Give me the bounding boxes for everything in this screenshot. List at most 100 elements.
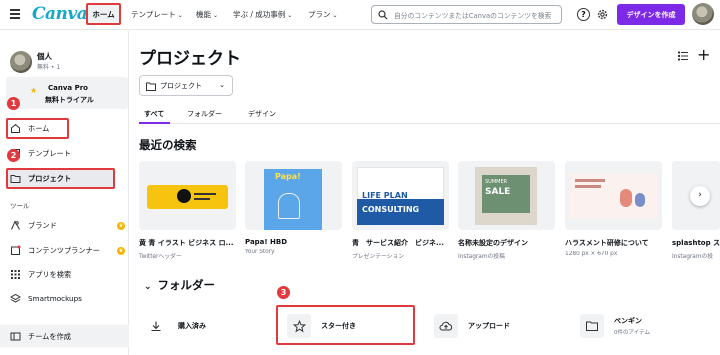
user-plan: 無料 • 1: [37, 64, 61, 71]
sidebar-item-label: テンプレート: [28, 148, 71, 158]
design-card[interactable]: ハラスメント研修について 1280 px × 670 px: [565, 161, 662, 257]
design-card[interactable]: 黄 青 イラスト ビジネス ロ... Twitterヘッダー: [139, 161, 236, 260]
crown-icon: ★: [30, 86, 38, 95]
chevron-down-icon: ⌄: [219, 81, 225, 89]
folder-icon: [146, 82, 156, 91]
nav-learn-label: 学ぶ / 成功事例: [233, 10, 286, 19]
sidebar-item-brand[interactable]: ブランド: [10, 220, 57, 231]
design-card[interactable]: Papa! Papa! HBD Your Story: [245, 161, 342, 257]
design-thumbnail: SUMMER SALE: [458, 161, 555, 230]
sidebar-item-home[interactable]: ホーム: [10, 123, 49, 134]
thumbnail-text: SUMMER: [485, 179, 508, 185]
tabs-divider: [139, 123, 720, 124]
design-title: 名称未設定のデザイン: [458, 239, 528, 247]
sidebar-item-label: プロジェクト: [28, 173, 72, 183]
thumbnail-text: SALE: [485, 187, 511, 197]
design-thumbnail: [565, 161, 662, 230]
nav-plan[interactable]: プラン ⌄: [308, 9, 338, 20]
folder-card[interactable]: ペンギン 0件のアイテム: [580, 307, 650, 345]
crown-icon: ♛: [117, 247, 125, 255]
create-team-button[interactable]: チームを作成: [10, 331, 71, 342]
home-icon: [11, 123, 20, 133]
sidebar-item-label: ホーム: [28, 123, 50, 133]
sidebar-item-project[interactable]: プロジェクト: [10, 173, 71, 184]
design-thumbnail: [139, 161, 236, 230]
thumbnail-text: LIFE PLAN: [362, 191, 408, 200]
nav-template[interactable]: テンプレート ⌄: [131, 9, 183, 20]
folder-label: 購入済み: [178, 322, 206, 330]
step-badge-1: 1: [7, 97, 20, 110]
folders-section-label: フォルダー: [157, 278, 216, 292]
sidebar-item-label: ブランド: [28, 220, 57, 230]
nav-plan-label: プラン: [308, 10, 331, 19]
canva-logo[interactable]: Canva: [32, 4, 88, 24]
folder-label: ペンギン: [614, 317, 642, 325]
folder-label: アップロード: [468, 322, 510, 330]
sidebar-item-label: アプリを検索: [28, 269, 72, 279]
pro-trial-sub: 無料トライアル: [45, 96, 94, 104]
search-input[interactable]: 自分のコンテンツまたはCanvaのコンテンツを検索: [371, 5, 562, 24]
grid-icon: [11, 270, 20, 279]
project-filter-dropdown[interactable]: プロジェクト ⌄: [139, 75, 233, 96]
stack-icon: [10, 293, 21, 303]
thumbnail-text: CONSULTING: [362, 205, 420, 214]
folders-section-title[interactable]: ⌄ フォルダー: [144, 277, 215, 293]
sidebar-item-smartmockups[interactable]: Smartmockups: [10, 293, 82, 304]
help-icon[interactable]: ?: [577, 8, 590, 21]
nav-features[interactable]: 機能 ⌄: [196, 9, 218, 20]
create-design-button[interactable]: デザインを作成: [617, 4, 685, 25]
active-tab-indicator: [139, 122, 170, 124]
design-type: 1280 px × 670 px: [565, 251, 618, 257]
list-view-icon[interactable]: [678, 51, 688, 61]
recent-section-title: 最近の検索: [139, 138, 197, 152]
design-type: Your Story: [245, 249, 275, 255]
user-name[interactable]: 個人: [37, 51, 52, 62]
nav-home-button[interactable]: ホーム: [86, 3, 121, 25]
tab-designs[interactable]: デザイン: [248, 109, 276, 119]
chevron-down-icon: ⌄: [144, 282, 152, 292]
gear-icon[interactable]: [596, 8, 609, 21]
design-card[interactable]: splashtop ス Instagramの投: [672, 161, 720, 260]
main-content: プロジェクト + プロジェクト ⌄ すべて フォルダー デザイン 最近の検索 黄…: [130, 31, 720, 355]
design-card[interactable]: LIFE PLAN CONSULTING 青 サービス紹介 ビジネ... プレゼ…: [352, 161, 449, 260]
calendar-icon: [11, 245, 21, 255]
design-thumbnail: Papa!: [245, 161, 342, 230]
avatar[interactable]: [692, 3, 714, 25]
design-type: プレゼンテーション: [352, 254, 405, 260]
folder-icon: [580, 314, 604, 338]
folder-icon: [10, 175, 21, 183]
tab-folders[interactable]: フォルダー: [187, 109, 222, 119]
chevron-right-icon[interactable]: ›: [690, 186, 710, 206]
nav-learn[interactable]: 学ぶ / 成功事例 ⌄: [233, 9, 292, 20]
folder-card[interactable]: スター付き: [287, 307, 356, 345]
sidebar-item-label: コンテンツプランナー: [28, 245, 100, 255]
nav-features-label: 機能: [196, 10, 211, 19]
design-title: ハラスメント研修について: [565, 239, 649, 247]
plus-icon[interactable]: +: [697, 45, 710, 64]
chevron-down-icon: ⌄: [332, 12, 338, 19]
design-type: Instagramの投稿: [458, 254, 505, 260]
menu-icon[interactable]: [10, 9, 20, 19]
sidebar-item-content-planner[interactable]: コンテンツプランナー: [10, 245, 100, 256]
thumbnail-text: Papa!: [275, 172, 301, 181]
step-badge-3: 3: [277, 286, 290, 299]
brand-icon: [11, 220, 20, 230]
sidebar-item-apps[interactable]: アプリを検索: [10, 269, 71, 280]
design-type: Twitterヘッダー: [139, 254, 182, 260]
sidebar-item-label: チームを作成: [28, 331, 71, 341]
page-title: プロジェクト: [139, 49, 241, 69]
design-title: 青 サービス紹介 ビジネ...: [352, 239, 444, 247]
folder-card[interactable]: 購入済み: [144, 307, 206, 345]
search-icon: [378, 10, 388, 20]
design-type: Instagramの投: [672, 254, 714, 260]
folder-card[interactable]: アップロード: [434, 307, 510, 345]
tab-all[interactable]: すべて: [144, 109, 164, 119]
sidebar: 個人 無料 • 1 ★ Canva Pro 無料トライアル 1 ホーム 2 テン…: [0, 31, 129, 355]
top-bar: Canva ホーム テンプレート ⌄ 機能 ⌄ 学ぶ / 成功事例 ⌄ プラン ⌄ 自分…: [0, 0, 720, 30]
design-card[interactable]: SUMMER SALE 名称未設定のデザイン Instagramの投稿: [458, 161, 555, 260]
folder-label: スター付き: [321, 322, 356, 330]
design-title: 黄 青 イラスト ビジネス ロ...: [139, 239, 234, 247]
design-title: Papa! HBD: [245, 238, 288, 246]
user-avatar[interactable]: [10, 51, 32, 73]
folder-item-count: 0件のアイテム: [614, 330, 650, 336]
